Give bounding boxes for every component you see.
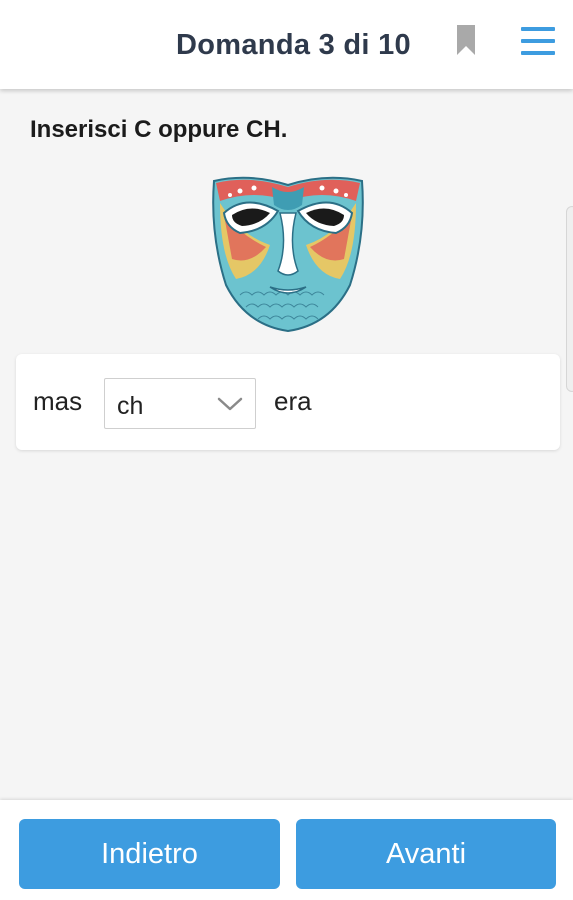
word-suffix: era: [274, 386, 312, 416]
chevron-down-icon: [217, 397, 243, 411]
word-prefix: mas: [33, 386, 83, 416]
answer-card: mas ch era: [16, 354, 560, 450]
answer-dropdown[interactable]: ch: [104, 378, 256, 429]
top-app-bar: Domanda 3 di 10: [0, 0, 573, 89]
hamburger-menu-icon[interactable]: [520, 25, 556, 57]
back-button[interactable]: Indietro: [19, 819, 280, 889]
bottom-nav-bar: Indietro Avanti: [0, 800, 573, 900]
dropdown-selected-value: ch: [117, 392, 144, 420]
carnival-mask-illustration: [212, 176, 364, 333]
bookmark-icon[interactable]: [456, 25, 476, 55]
page-title: Domanda 3 di 10: [176, 29, 411, 61]
next-button[interactable]: Avanti: [296, 819, 556, 889]
question-prompt: Inserisci C oppure CH.: [30, 116, 288, 143]
side-drawer-handle[interactable]: [566, 206, 573, 392]
